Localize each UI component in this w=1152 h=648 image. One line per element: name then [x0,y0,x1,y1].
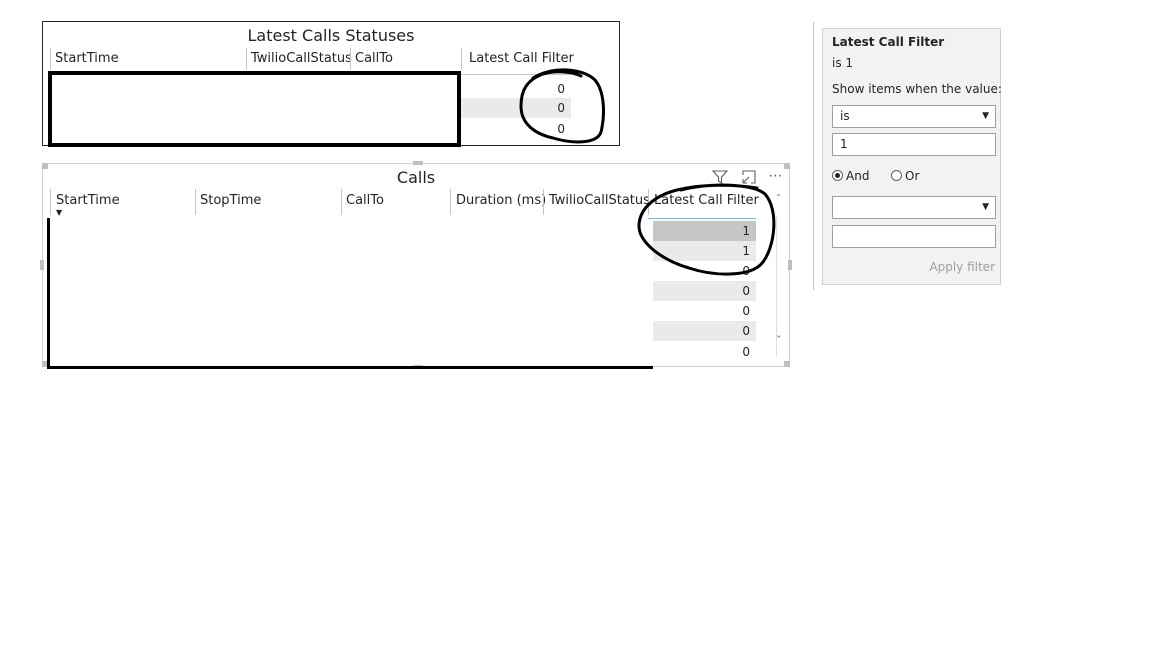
filter-icon[interactable] [711,168,729,186]
or-label: Or [905,169,920,183]
table-cell-latest-call-filter: 0 [742,264,750,278]
table-cell-latest-call-filter: 1 [653,221,756,241]
input-value: 1 [840,137,848,151]
column-header-callto[interactable]: CallTo [355,51,393,66]
visual-title: Calls [396,168,436,187]
column-separator [246,48,247,70]
column-separator [543,189,544,215]
more-options-icon[interactable]: ⋯ [767,167,785,185]
column-header-latest-call-filter[interactable]: Latest Call Filter [654,193,759,208]
scroll-down-icon[interactable]: ˇ [776,334,782,347]
resize-handle[interactable] [40,260,44,270]
scroll-up-icon[interactable]: ˆ [776,194,781,205]
column-header-stoptime[interactable]: StopTime [200,193,261,208]
resize-handle[interactable] [784,361,790,367]
filter-pane-divider [813,22,814,290]
redaction-line [47,366,653,369]
chevron-down-icon: ▼ [982,202,989,212]
and-radio[interactable] [832,170,843,181]
focus-mode-icon[interactable] [740,168,758,186]
column-separator [350,48,351,70]
column-header-callto[interactable]: CallTo [346,193,384,208]
header-underline [648,218,756,219]
filter-instruction: Show items when the value: [832,82,1002,96]
resize-handle[interactable] [788,260,792,270]
table-cell-latest-call-filter: 1 [653,241,756,261]
table-cell-latest-call-filter: 0 [557,122,565,136]
redaction-line [47,218,50,368]
table-cell-latest-call-filter: 0 [653,321,756,341]
column-separator [648,189,649,215]
apply-filter-button[interactable]: Apply filter [929,260,995,274]
header-underline [461,74,571,75]
column-separator [341,189,342,215]
and-label: And [846,169,870,183]
redaction-box [48,71,461,147]
column-header-twiliocallstatus[interactable]: TwilioCallStatus [549,193,650,208]
operator-dropdown-1[interactable]: is ▼ [832,105,996,128]
column-header-latest-call-filter[interactable]: Latest Call Filter [469,51,574,66]
filter-card[interactable]: Latest Call Filter is 1 Show items when … [822,28,1002,285]
column-separator [195,189,196,215]
column-separator [50,189,51,215]
table-cell-latest-call-filter: 0 [742,345,750,359]
resize-handle[interactable] [413,161,423,165]
filter-summary: is 1 [832,56,854,70]
filter-value-input-1[interactable]: 1 [832,133,996,156]
column-separator [450,189,451,215]
column-header-starttime[interactable]: StartTime [55,51,119,66]
calls-visual[interactable]: Calls ⋯ StartTime ▼ StopTime CallTo Dura… [40,161,792,369]
column-header-starttime[interactable]: StartTime [56,193,120,208]
table-cell-latest-call-filter: 0 [461,98,571,118]
table-cell-latest-call-filter: 0 [742,304,750,318]
chevron-down-icon: ▼ [982,111,989,121]
operator-value: is [840,109,850,123]
table-cell-latest-call-filter: 0 [653,281,756,301]
column-separator [50,48,51,70]
filter-value-input-2[interactable] [832,225,996,248]
operator-dropdown-2[interactable]: ▼ [832,196,996,219]
column-header-duration[interactable]: Duration (ms) [456,193,546,208]
column-header-twiliocallstatus[interactable]: TwilioCallStatus [251,51,352,66]
filter-card-title[interactable]: Latest Call Filter [832,35,944,49]
or-radio[interactable] [891,170,902,181]
latest-calls-statuses-visual[interactable]: Latest Calls Statuses StartTime TwilioCa… [42,21,620,147]
column-separator [461,48,462,70]
visual-title: Latest Calls Statuses [247,26,415,45]
sort-descending-icon: ▼ [56,208,63,217]
table-cell-latest-call-filter: 0 [557,82,565,96]
